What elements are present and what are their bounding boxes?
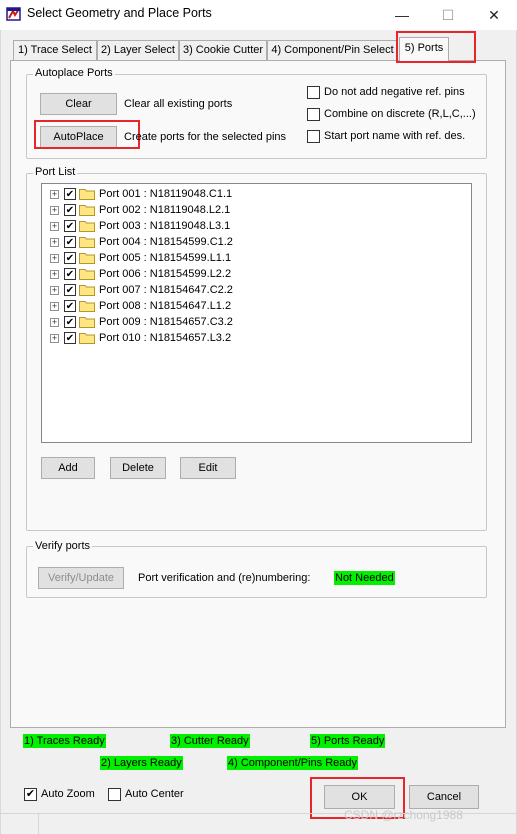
- port-checkbox[interactable]: ✔: [64, 252, 76, 264]
- edit-port-button[interactable]: Edit: [180, 457, 236, 479]
- combine-on-discrete-checkbox[interactable]: [307, 108, 320, 121]
- autoplace-ports-legend: Autoplace Ports: [33, 67, 115, 79]
- tree-item[interactable]: + ✔ Port 010 : N18154657.L3.2: [50, 330, 231, 346]
- folder-icon: [79, 333, 95, 344]
- tree-item[interactable]: + ✔ Port 006 : N18154599.L2.2: [50, 266, 231, 282]
- port-label: Port 007 : N18154647.C2.2: [99, 284, 233, 296]
- delete-port-button[interactable]: Delete: [110, 457, 166, 479]
- app-icon: [6, 7, 21, 21]
- window-title: Select Geometry and Place Ports: [27, 6, 212, 20]
- port-checkbox[interactable]: ✔: [64, 300, 76, 312]
- auto-zoom-checkbox[interactable]: ✔: [24, 788, 37, 801]
- tree-item[interactable]: + ✔ Port 004 : N18154599.C1.2: [50, 234, 233, 250]
- port-label: Port 004 : N18154599.C1.2: [99, 236, 233, 248]
- port-checkbox[interactable]: ✔: [64, 332, 76, 344]
- folder-icon: [79, 189, 95, 200]
- expand-icon[interactable]: +: [50, 333, 59, 343]
- component-pins-ready-status: 4) Component/Pins Ready: [227, 756, 359, 770]
- port-checkbox[interactable]: ✔: [64, 284, 76, 296]
- tab-cookie-cutter[interactable]: 3) Cookie Cutter: [179, 40, 267, 60]
- start-port-name-ref-des-label: Start port name with ref. des.: [324, 130, 466, 142]
- expand-icon[interactable]: +: [50, 221, 59, 231]
- port-checkbox[interactable]: ✔: [64, 316, 76, 328]
- tab-trace-select[interactable]: 1) Trace Select: [13, 40, 97, 60]
- folder-icon: [79, 253, 95, 264]
- tree-item[interactable]: + ✔ Port 005 : N18154599.L1.1: [50, 250, 231, 266]
- tab-layer-select[interactable]: 2) Layer Select: [97, 40, 179, 60]
- port-tree[interactable]: + ✔ Port 001 : N18119048.C1.1 + ✔ Port 0…: [41, 183, 472, 443]
- add-port-button[interactable]: Add: [41, 457, 95, 479]
- verify-update-button[interactable]: Verify/Update: [38, 567, 124, 589]
- tab-component-pin-select[interactable]: 4) Component/Pin Select: [267, 40, 398, 60]
- expand-icon[interactable]: +: [50, 253, 59, 263]
- tree-item[interactable]: + ✔ Port 007 : N18154647.C2.2: [50, 282, 233, 298]
- combine-on-discrete-label: Combine on discrete (R,L,C,...): [324, 108, 476, 120]
- port-label: Port 008 : N18154647.L1.2: [99, 300, 232, 312]
- port-checkbox[interactable]: ✔: [64, 220, 76, 232]
- port-label: Port 009 : N18154657.C3.2: [99, 316, 233, 328]
- folder-icon: [79, 285, 95, 296]
- ports-ready-status: 5) Ports Ready: [310, 734, 386, 748]
- port-label: Port 005 : N18154599.L1.1: [99, 252, 232, 264]
- verify-ports-legend: Verify ports: [33, 540, 93, 552]
- close-button[interactable]: ✕: [471, 0, 517, 30]
- port-checkbox[interactable]: ✔: [64, 188, 76, 200]
- port-label: Port 003 : N18119048.L3.1: [99, 220, 231, 232]
- expand-icon[interactable]: +: [50, 285, 59, 295]
- port-label: Port 010 : N18154657.L3.2: [99, 332, 232, 344]
- expand-icon[interactable]: +: [50, 269, 59, 279]
- expand-icon[interactable]: +: [50, 205, 59, 215]
- verify-status-badge: Not Needed: [334, 571, 395, 585]
- folder-icon: [79, 205, 95, 216]
- folder-icon: [79, 317, 95, 328]
- autoplace-description: Create ports for the selected pins: [124, 131, 287, 143]
- folder-icon: [79, 221, 95, 232]
- clear-button[interactable]: Clear: [40, 93, 117, 115]
- folder-icon: [79, 269, 95, 280]
- port-label: Port 002 : N18119048.L2.1: [99, 204, 231, 216]
- layers-ready-status: 2) Layers Ready: [100, 756, 183, 770]
- auto-center-label: Auto Center: [125, 788, 184, 800]
- maximize-button[interactable]: ☐: [425, 0, 471, 30]
- verify-description: Port verification and (re)numbering:: [138, 572, 311, 584]
- cancel-button[interactable]: Cancel: [409, 785, 479, 809]
- expand-icon[interactable]: +: [50, 301, 59, 311]
- expand-icon[interactable]: +: [50, 189, 59, 199]
- auto-center-checkbox[interactable]: [108, 788, 121, 801]
- port-list-legend: Port List: [33, 166, 78, 178]
- tree-item[interactable]: + ✔ Port 003 : N18119048.L3.1: [50, 218, 230, 234]
- port-label: Port 006 : N18154599.L2.2: [99, 268, 232, 280]
- watermark: CSDN @rzchong1988: [344, 808, 463, 822]
- expand-icon[interactable]: +: [50, 237, 59, 247]
- minimize-button[interactable]: —: [379, 0, 425, 30]
- no-negative-ref-pins-checkbox[interactable]: [307, 86, 320, 99]
- tree-item[interactable]: + ✔ Port 009 : N18154657.C3.2: [50, 314, 233, 330]
- port-label: Port 001 : N18119048.C1.1: [99, 188, 233, 200]
- highlight-box-ports-tab: [396, 31, 476, 63]
- tree-item[interactable]: + ✔ Port 002 : N18119048.L2.1: [50, 202, 230, 218]
- no-negative-ref-pins-label: Do not add negative ref. pins: [324, 86, 465, 98]
- tree-item[interactable]: + ✔ Port 001 : N18119048.C1.1: [50, 186, 232, 202]
- cutter-ready-status: 3) Cutter Ready: [170, 734, 250, 748]
- auto-zoom-label: Auto Zoom: [41, 788, 95, 800]
- expand-icon[interactable]: +: [50, 317, 59, 327]
- clear-description: Clear all existing ports: [124, 98, 233, 110]
- port-checkbox[interactable]: ✔: [64, 236, 76, 248]
- status-separator: [38, 814, 39, 834]
- traces-ready-status: 1) Traces Ready: [23, 734, 106, 748]
- start-port-name-ref-des-checkbox[interactable]: [307, 130, 320, 143]
- port-checkbox[interactable]: ✔: [64, 204, 76, 216]
- tree-item[interactable]: + ✔ Port 008 : N18154647.L1.2: [50, 298, 231, 314]
- folder-icon: [79, 301, 95, 312]
- title-bar[interactable]: Select Geometry and Place Ports — ☐ ✕: [0, 0, 517, 30]
- port-checkbox[interactable]: ✔: [64, 268, 76, 280]
- folder-icon: [79, 237, 95, 248]
